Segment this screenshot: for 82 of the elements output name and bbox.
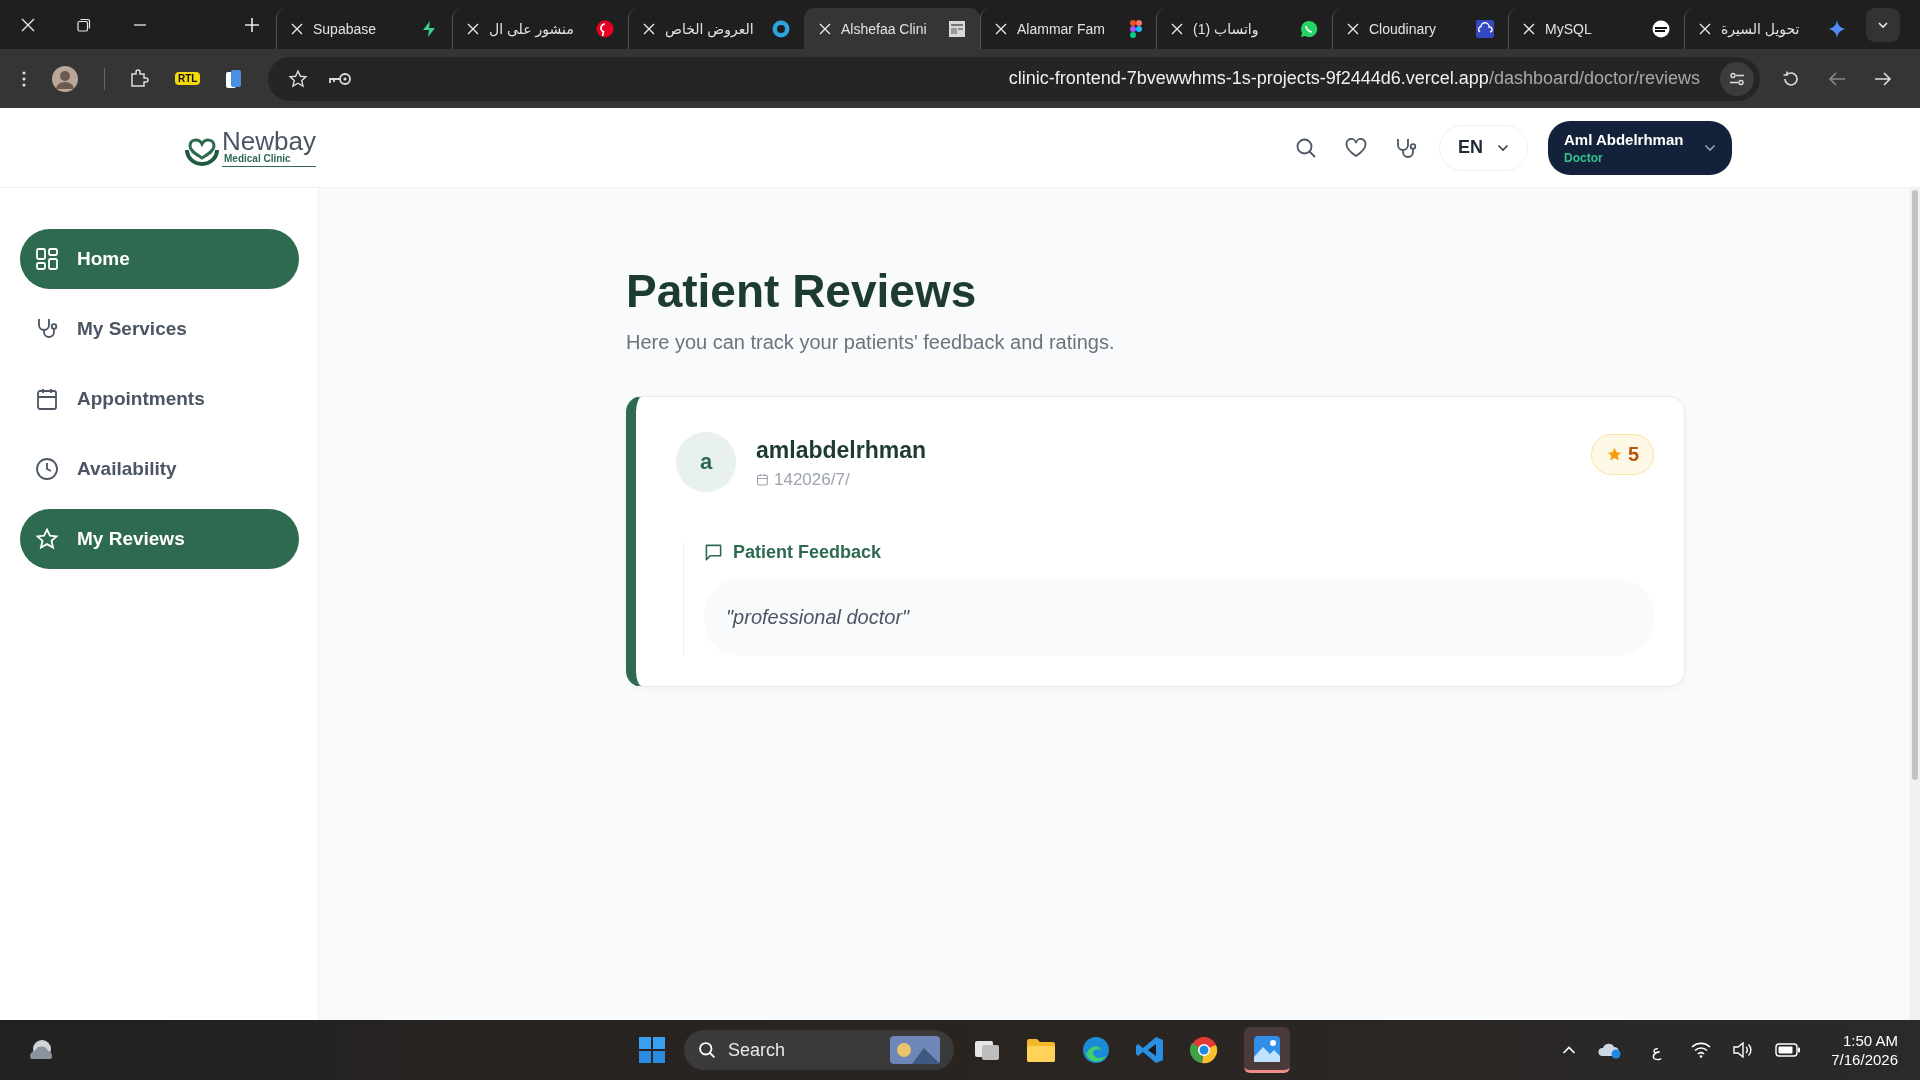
notes-extension-icon[interactable] <box>226 68 243 89</box>
wifi-icon[interactable] <box>1691 1042 1712 1058</box>
url-text[interactable]: clinic-frontend-7bvewwhms-1s-projects-9f2444d6.vercel.app/dashboard/doctor/reviews <box>372 68 1700 89</box>
review-comment: "professional doctor" <box>704 578 1654 656</box>
sidebar-item[interactable]: Home <box>20 229 299 289</box>
edge-browser-icon[interactable] <box>1082 1036 1110 1064</box>
chevron-up-icon[interactable] <box>1561 1045 1576 1055</box>
scrollbar[interactable] <box>1910 188 1920 1020</box>
plus-icon[interactable] <box>244 16 260 33</box>
pin-icon <box>596 19 614 38</box>
clock-icon <box>35 457 59 481</box>
close-icon[interactable] <box>1523 22 1535 35</box>
calendar-icon <box>35 387 59 411</box>
chevron-down-icon <box>1497 143 1509 152</box>
bolt-icon <box>420 19 438 38</box>
keyboard-language[interactable]: ع <box>1651 1040 1662 1060</box>
extension-badge[interactable]: RTL <box>175 72 201 85</box>
close-icon[interactable] <box>995 22 1007 35</box>
close-icon[interactable] <box>1699 22 1711 35</box>
grid-icon <box>35 247 59 271</box>
bookmark-star-icon[interactable] <box>288 68 309 89</box>
logo-name: Newbay <box>222 128 316 154</box>
close-icon[interactable] <box>643 22 655 35</box>
profile-avatar[interactable] <box>52 65 78 92</box>
volume-icon[interactable] <box>1733 1042 1754 1058</box>
start-icon[interactable] <box>638 1036 666 1064</box>
close-icon[interactable] <box>819 22 831 35</box>
back-arrow-icon[interactable] <box>1828 70 1846 87</box>
close-icon[interactable] <box>291 22 303 35</box>
address-bar[interactable]: clinic-frontend-7bvewwhms-1s-projects-9f2444d6.vercel.app/dashboard/doctor/reviews <box>268 56 1760 101</box>
folder-icon[interactable] <box>1026 1037 1056 1063</box>
close-icon[interactable] <box>1171 22 1183 35</box>
photos-app-icon[interactable] <box>1244 1027 1290 1073</box>
sidebar-item[interactable]: Availability <box>20 439 299 499</box>
chat-icon <box>1300 19 1318 38</box>
avatar: a <box>676 431 736 492</box>
feedback-label: Patient Feedback <box>733 541 882 563</box>
sidebar-item[interactable]: Appointments <box>20 369 299 429</box>
code-editor-icon[interactable] <box>1136 1036 1164 1064</box>
tab-search-button[interactable] <box>1866 7 1900 42</box>
user-menu-button[interactable]: Aml Abdelrhman Doctor <box>1548 120 1732 175</box>
chrome-icon[interactable] <box>1190 1036 1218 1064</box>
key-icon[interactable] <box>328 70 353 87</box>
logo-tagline: Medical Clinic <box>223 154 291 164</box>
stethoscope-icon <box>35 317 59 341</box>
clock[interactable]: 1:50 AM 7/16/2026 <box>1831 1030 1898 1070</box>
close-icon[interactable] <box>20 16 36 33</box>
ring-icon <box>772 19 790 38</box>
task-view-icon[interactable] <box>974 1038 1000 1062</box>
battery-icon[interactable] <box>1775 1043 1802 1057</box>
rating-badge: 5 <box>1590 433 1654 475</box>
cloud-icon[interactable] <box>1597 1041 1622 1059</box>
more-menu-icon[interactable] <box>22 70 26 87</box>
taskbar-search[interactable]: Search <box>684 1030 954 1070</box>
reviewer-name: amlabdelrhman <box>756 436 927 464</box>
sparkle-icon <box>1828 19 1846 38</box>
search-icon[interactable] <box>1295 136 1317 159</box>
comment-icon <box>704 542 723 562</box>
forward-arrow-icon[interactable] <box>1874 70 1892 87</box>
disc-icon <box>1652 19 1670 38</box>
figma-icon <box>1130 19 1142 38</box>
language-selector[interactable]: EN <box>1439 124 1528 171</box>
page-subtitle: Here you can track your patients' feedback and ratings. <box>626 330 1116 354</box>
page-title: Patient Reviews <box>626 266 978 317</box>
calendar-icon <box>756 473 769 487</box>
stethoscope-icon[interactable] <box>1395 136 1417 159</box>
close-icon[interactable] <box>467 22 479 35</box>
page-icon <box>948 19 966 38</box>
restore-icon[interactable] <box>77 17 91 32</box>
star-icon <box>35 527 59 551</box>
browser-tab[interactable]: Alshefaa Clini <box>804 8 980 49</box>
sidebar-item[interactable]: My Reviews <box>20 509 299 569</box>
reload-icon[interactable] <box>1782 69 1800 88</box>
extensions-icon[interactable] <box>129 68 149 89</box>
cloud-icon <box>1476 19 1494 38</box>
site-settings-icon[interactable] <box>1720 61 1754 96</box>
close-icon[interactable] <box>1347 22 1359 35</box>
sidebar-item[interactable]: My Services <box>20 299 299 359</box>
heart-icon[interactable] <box>1345 137 1367 158</box>
review-date: 142026/7/ <box>774 469 850 490</box>
chevron-down-icon <box>1704 143 1716 152</box>
search-icon <box>698 1041 716 1059</box>
